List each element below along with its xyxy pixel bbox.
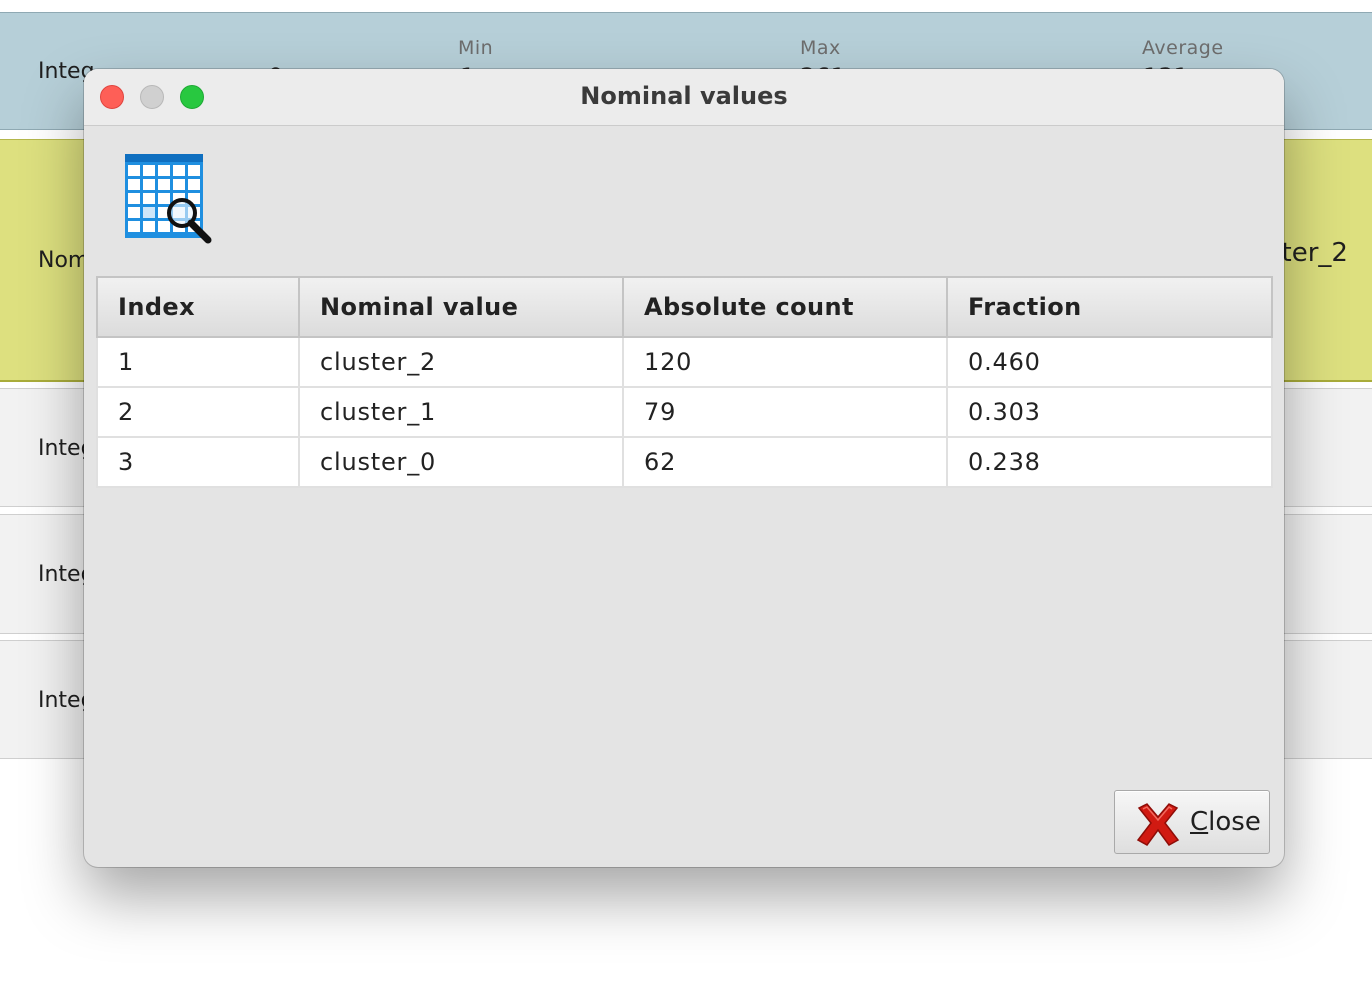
cell-nominal-value: cluster_0: [298, 436, 624, 488]
cell-index: 3: [96, 436, 300, 488]
column-header-nominal-value[interactable]: Nominal value: [298, 276, 624, 338]
column-header-absolute-count[interactable]: Absolute count: [622, 276, 948, 338]
cell-index: 1: [96, 336, 300, 388]
cell-nominal-value: cluster_1: [298, 386, 624, 438]
average-header: Average: [1142, 37, 1224, 59]
close-button-label: Close: [1190, 807, 1261, 837]
cell-index: 2: [96, 386, 300, 438]
table-search-icon: [125, 154, 212, 244]
attribute-type-label: Nom: [38, 248, 90, 273]
nominal-values-dialog: Nominal values Index Nominal value Absol…: [84, 69, 1284, 867]
cell-absolute-count: 79: [622, 386, 948, 438]
table-header-row: Index Nominal value Absolute count Fract…: [96, 276, 1273, 338]
nominal-values-table[interactable]: Index Nominal value Absolute count Fract…: [96, 276, 1273, 488]
cell-nominal-value: cluster_2: [298, 336, 624, 388]
window-maximize-button[interactable]: [180, 85, 204, 109]
cell-fraction: 0.460: [946, 336, 1273, 388]
table-row[interactable]: 1 cluster_2 120 0.460: [96, 336, 1273, 388]
dialog-titlebar[interactable]: Nominal values: [84, 69, 1284, 126]
window-close-button[interactable]: [100, 85, 124, 109]
cell-absolute-count: 120: [622, 336, 948, 388]
close-button[interactable]: Close: [1114, 790, 1270, 854]
column-header-index[interactable]: Index: [96, 276, 300, 338]
min-header: Min: [458, 37, 494, 59]
dialog-title: Nominal values: [580, 82, 788, 110]
window-minimize-button[interactable]: [140, 85, 164, 109]
max-header: Max: [800, 37, 841, 59]
column-header-fraction[interactable]: Fraction: [946, 276, 1273, 338]
cell-fraction: 0.303: [946, 386, 1273, 438]
cell-fraction: 0.238: [946, 436, 1273, 488]
table-row[interactable]: 2 cluster_1 79 0.303: [96, 386, 1273, 438]
cell-absolute-count: 62: [622, 436, 948, 488]
red-x-icon: [1136, 803, 1180, 846]
table-row[interactable]: 3 cluster_0 62 0.238: [96, 436, 1273, 488]
